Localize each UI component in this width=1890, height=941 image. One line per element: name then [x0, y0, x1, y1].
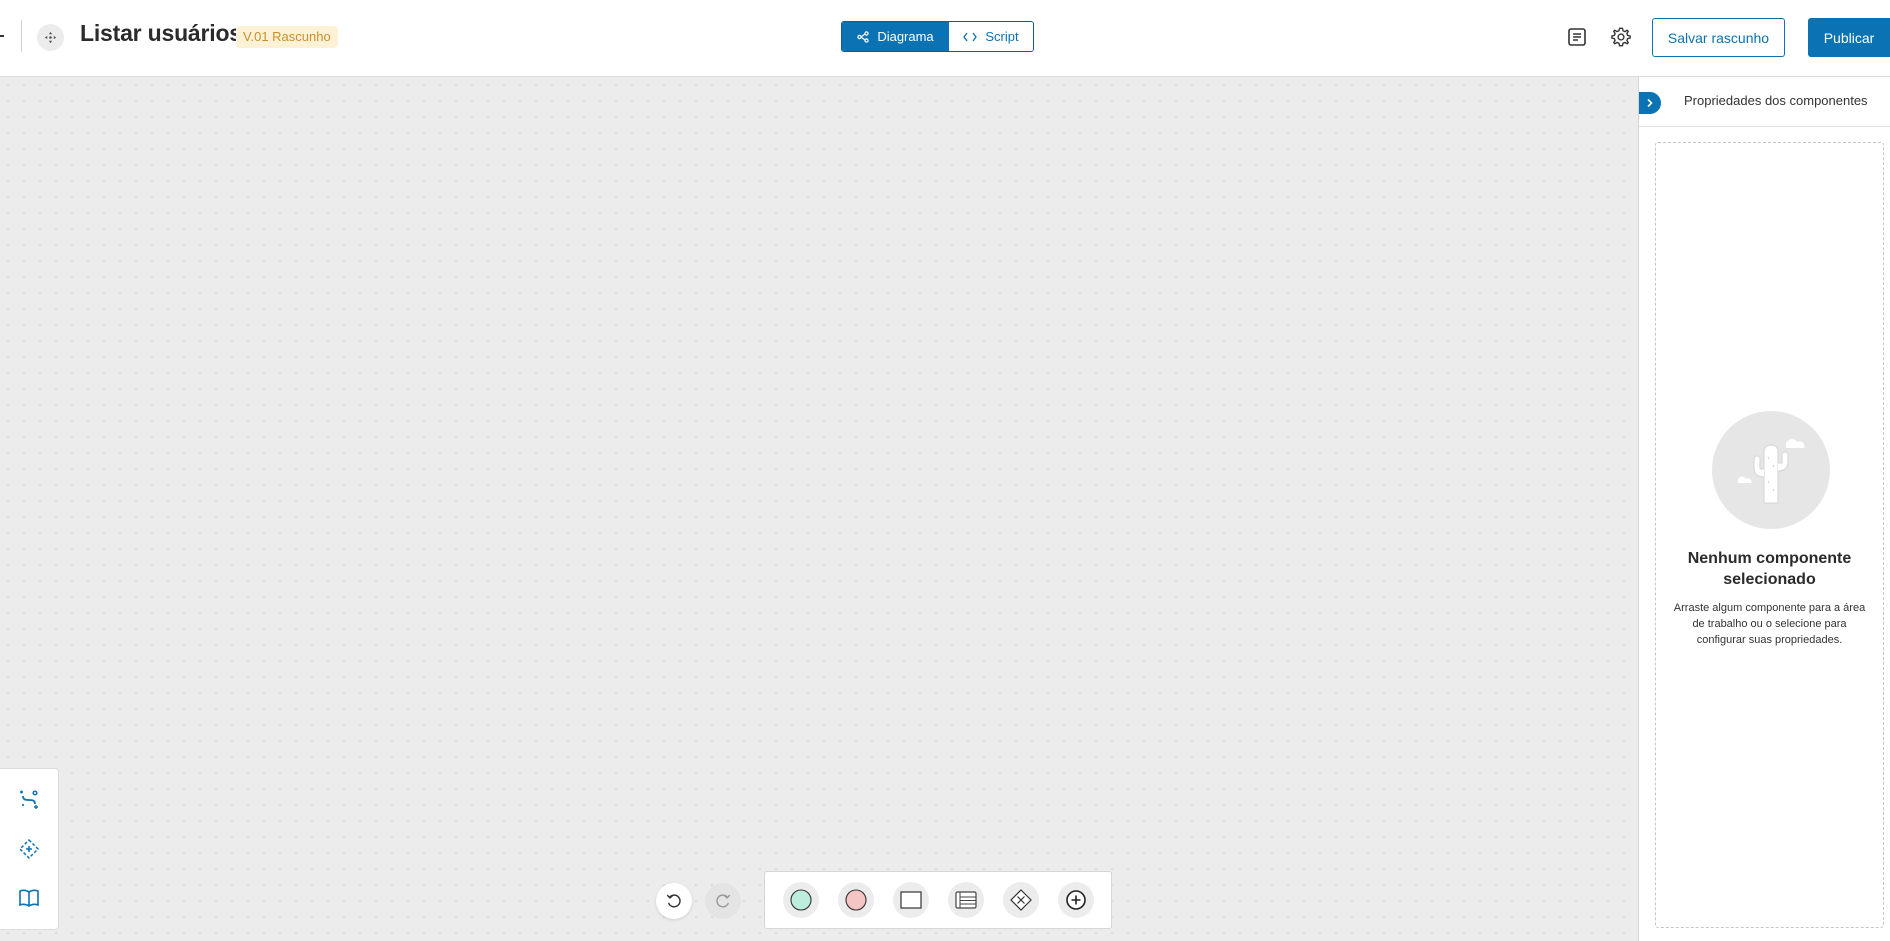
tab-diagram[interactable]: Diagrama: [842, 22, 949, 51]
flow-icon: [37, 24, 64, 51]
save-draft-button[interactable]: Salvar rascunho: [1652, 18, 1785, 57]
component-palette: [764, 871, 1112, 929]
redo-icon[interactable]: [705, 883, 741, 919]
diagram-icon: [857, 30, 870, 43]
undo-icon[interactable]: [656, 883, 692, 919]
canvas-side-toolbar: [0, 768, 59, 930]
empty-state: Nenhum componente selecionado Arraste al…: [1655, 142, 1884, 928]
empty-state-title: Nenhum componente selecionado: [1687, 550, 1852, 588]
panel-header: Propriedades dos componentes: [1639, 77, 1890, 127]
page-title: Listar usuários: [80, 20, 242, 46]
task-node-icon[interactable]: [892, 882, 929, 918]
back-icon[interactable]: [0, 35, 4, 37]
list-node-icon[interactable]: [947, 882, 984, 918]
start-node-icon[interactable]: [782, 882, 819, 918]
book-icon[interactable]: [14, 883, 44, 913]
chevron-right-icon[interactable]: [1639, 92, 1661, 114]
top-bar: Listar usuários V.01 Rascunho Diagrama S…: [0, 0, 1890, 77]
recenter-icon[interactable]: [14, 834, 44, 864]
view-toggle: Diagrama Script: [841, 21, 1034, 52]
cactus-icon: [1712, 411, 1830, 529]
version-badge: V.01 Rascunho: [236, 26, 338, 48]
tab-script[interactable]: Script: [949, 22, 1033, 51]
document-list-icon[interactable]: [1565, 25, 1589, 49]
auto-connect-icon[interactable]: [14, 785, 44, 815]
code-icon: [963, 32, 978, 41]
publish-button[interactable]: Publicar: [1808, 18, 1890, 57]
header-divider: [21, 20, 22, 52]
end-node-icon[interactable]: [837, 882, 874, 918]
panel-title: Propriedades dos componentes: [1684, 93, 1868, 108]
tab-script-label: Script: [985, 29, 1019, 44]
diagram-canvas[interactable]: [0, 77, 1638, 941]
decision-node-icon[interactable]: [1002, 882, 1039, 918]
properties-panel: Propriedades dos componentes Nenhum comp…: [1638, 77, 1890, 941]
tab-diagram-label: Diagrama: [877, 29, 934, 44]
empty-state-description: Arraste algum componente para a área de …: [1673, 602, 1866, 646]
gear-icon[interactable]: [1609, 25, 1633, 49]
add-node-icon[interactable]: [1057, 882, 1094, 918]
